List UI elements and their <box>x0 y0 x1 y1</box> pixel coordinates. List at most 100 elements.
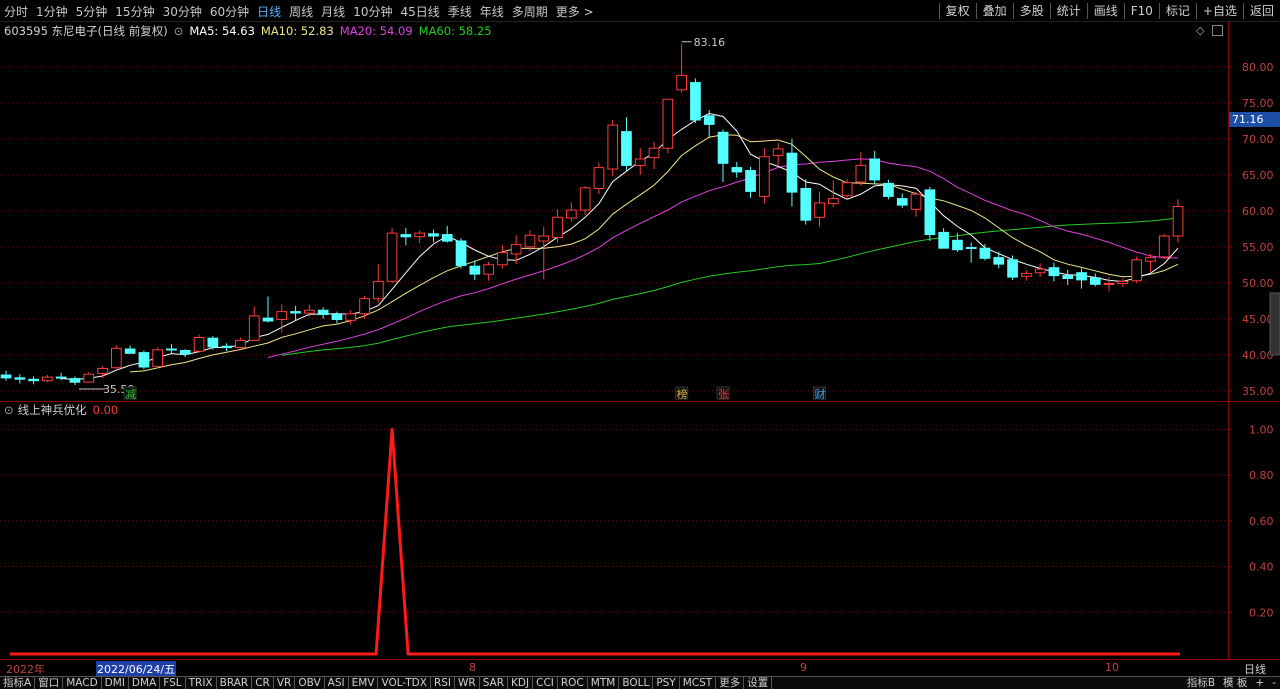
candle-down[interactable] <box>0 374 12 379</box>
candle-down[interactable] <box>717 131 729 164</box>
candle-down[interactable] <box>441 234 453 242</box>
period-tab-12[interactable]: 年线 <box>480 3 504 20</box>
candle-down[interactable] <box>138 352 150 368</box>
candle-up[interactable] <box>538 235 550 242</box>
candle-up[interactable] <box>111 347 122 369</box>
indicator-tab-19[interactable]: ROC <box>558 677 588 689</box>
candle-up[interactable] <box>1131 259 1143 282</box>
candle-down[interactable] <box>1048 267 1060 277</box>
candle-down[interactable] <box>124 348 136 354</box>
candle-up[interactable] <box>662 98 674 149</box>
indicator-tab-5[interactable]: FSL <box>160 677 186 689</box>
indicator-tab-4[interactable]: DMA <box>129 677 161 689</box>
candle-down[interactable] <box>965 247 977 249</box>
candle-down[interactable] <box>896 198 908 206</box>
candle-down[interactable] <box>993 257 1005 265</box>
candle-down[interactable] <box>28 378 39 382</box>
event-marker[interactable]: 财 <box>815 387 826 401</box>
toolbar-button-2[interactable]: 多股 <box>1012 3 1050 19</box>
candle-up[interactable] <box>828 198 839 205</box>
indicator-tab-3[interactable]: DMI <box>102 677 129 689</box>
candle-down[interactable] <box>800 188 812 221</box>
period-tab-9[interactable]: 10分钟 <box>353 3 392 20</box>
candle-up[interactable] <box>1117 280 1129 285</box>
candle-up[interactable] <box>855 164 867 183</box>
indicator-tab-21[interactable]: BOLL <box>619 677 654 689</box>
candle-up[interactable] <box>193 337 205 352</box>
candle-down[interactable] <box>745 170 756 192</box>
candle-down[interactable] <box>703 115 715 125</box>
candle-down[interactable] <box>883 182 894 197</box>
period-tab-1[interactable]: 1分钟 <box>36 3 68 20</box>
candle-down[interactable] <box>938 231 949 249</box>
candle-up[interactable] <box>772 148 784 156</box>
candle-up[interactable] <box>345 313 357 321</box>
candle-down[interactable] <box>262 317 274 322</box>
candle-up[interactable] <box>524 234 536 248</box>
candle-down[interactable] <box>455 240 467 266</box>
indicator-tab-13[interactable]: VOL-TDX <box>378 677 431 689</box>
period-tab-2[interactable]: 5分钟 <box>76 3 108 20</box>
candle-down[interactable] <box>786 152 798 193</box>
period-tab-4[interactable]: 30分钟 <box>163 3 202 20</box>
period-tab-10[interactable]: 45日线 <box>400 3 439 20</box>
toolbar-button-1[interactable]: 叠加 <box>975 3 1013 19</box>
candle-up[interactable] <box>483 264 494 275</box>
indicator-tab-14[interactable]: RSI <box>431 677 455 689</box>
candle-down[interactable] <box>621 131 632 166</box>
candle-down[interactable] <box>1062 275 1074 280</box>
candle-down[interactable] <box>14 377 26 380</box>
indicator-tab-11[interactable]: ASI <box>325 677 349 689</box>
chart-area[interactable]: 35.00 40.00 45.00 50.00 55.00 60.00 65.00 70.00… <box>0 22 1280 659</box>
tab-right-1[interactable]: 模 板 <box>1219 677 1251 689</box>
candle-up[interactable] <box>1103 283 1115 285</box>
candle-down[interactable] <box>317 309 329 316</box>
candle-up[interactable] <box>566 209 577 219</box>
candle-up[interactable] <box>276 311 288 321</box>
toolbar-button-4[interactable]: 画线 <box>1086 3 1124 19</box>
indicator-tab-7[interactable]: BRAR <box>217 677 253 689</box>
settings-icon[interactable] <box>1212 25 1223 36</box>
indicator-tab-15[interactable]: WR <box>455 677 480 689</box>
candle-up[interactable] <box>373 280 384 300</box>
candle-up[interactable] <box>814 202 825 218</box>
toolbar-button-7[interactable]: +自选 <box>1195 3 1243 19</box>
candle-down[interactable] <box>952 239 963 251</box>
candle-up[interactable] <box>235 339 246 349</box>
chevron-down-icon[interactable]: ⊙ <box>4 403 14 417</box>
indicator-tab-23[interactable]: MCST <box>680 677 717 689</box>
period-tab-13[interactable]: 多周期 <box>512 3 548 20</box>
candle-down[interactable] <box>207 337 219 348</box>
candle-up[interactable] <box>359 298 370 315</box>
indicator-tab-1[interactable]: 窗口 <box>35 677 64 689</box>
candle-up[interactable] <box>152 349 164 367</box>
candle-down[interactable] <box>469 265 481 275</box>
candle-up[interactable] <box>510 244 522 255</box>
candle-up[interactable] <box>497 252 508 266</box>
candle-down[interactable] <box>1076 272 1087 281</box>
candle-up[interactable] <box>83 373 95 383</box>
indicator-tab-10[interactable]: OBV <box>295 677 325 689</box>
candle-up[interactable] <box>1034 268 1046 274</box>
period-tab-6[interactable]: 日线 <box>257 3 281 20</box>
diamond-icon[interactable]: ◇ <box>1196 24 1204 37</box>
indicator-tab-12[interactable]: EMV <box>349 677 379 689</box>
candle-down[interactable] <box>1007 259 1018 278</box>
toolbar-button-6[interactable]: 标记 <box>1158 3 1196 19</box>
tab-right-2[interactable]: + <box>1251 677 1268 689</box>
candle-up[interactable] <box>676 74 687 91</box>
period-tab-0[interactable]: 分时 <box>4 3 28 20</box>
candle-down[interactable] <box>690 82 701 121</box>
candle-down[interactable] <box>290 311 301 314</box>
candle-down[interactable] <box>924 189 936 235</box>
indicator-tab-25[interactable]: 设置 <box>744 677 773 689</box>
candle-up[interactable] <box>304 309 315 314</box>
period-tab-3[interactable]: 15分钟 <box>115 3 154 20</box>
candle-up[interactable] <box>607 124 619 170</box>
indicator-tab-16[interactable]: SAR <box>480 677 509 689</box>
candle-up[interactable] <box>1158 235 1170 258</box>
candle-up[interactable] <box>759 156 770 197</box>
candle-up[interactable] <box>593 167 605 190</box>
indicator-tab-24[interactable]: 更多 <box>716 677 745 689</box>
candle-down[interactable] <box>428 233 439 237</box>
